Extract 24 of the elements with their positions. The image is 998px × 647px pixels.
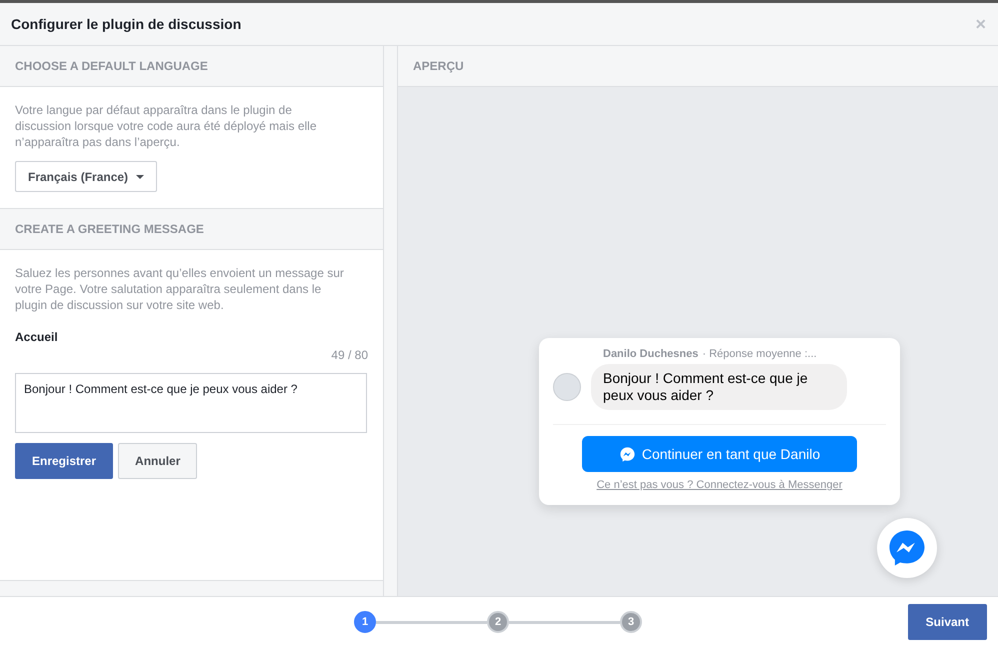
messenger-icon xyxy=(618,446,636,462)
field-label: Accueil xyxy=(15,330,59,344)
message-bubble: Bonjour ! Comment est-ce que je peux vous aider ? xyxy=(591,364,847,410)
language-dropdown[interactable]: Français (France) xyxy=(15,161,158,192)
dialog-title: Configurer le plugin de discussion xyxy=(11,16,242,32)
next-button[interactable]: Suivant xyxy=(908,604,987,640)
character-counter: 49 / 80 xyxy=(330,348,368,362)
section-heading: APERÇU xyxy=(413,59,464,73)
messenger-login-link[interactable]: Ce n’est pas vous ? Connectez-vous à Messenger xyxy=(553,479,886,491)
step-indicator: 1 xyxy=(354,611,376,633)
caret-icon xyxy=(136,174,144,178)
response-time: · Réponse moyenne :... xyxy=(702,348,817,360)
step-indicator: 3 xyxy=(620,611,642,633)
language-description: Votre langue par défaut apparaîtra dans le plugin de discussion lorsque votre code aura été déployé mais elle n’apparaîtra pas dans l’aperçu. xyxy=(15,102,318,150)
cancel-button[interactable]: Annuler xyxy=(118,443,198,479)
sender-name: Danilo Duchesnes xyxy=(603,348,698,360)
section-heading: CHOOSE A DEFAULT LANGUAGE xyxy=(15,59,208,73)
continue-button[interactable]: Continuer en tant que Danilo xyxy=(582,436,857,472)
save-button[interactable]: Enregistrer xyxy=(15,443,114,479)
greeting-input-field[interactable]: Bonjour ! Comment est-ce que je peux vous aider ? xyxy=(15,373,367,433)
greeting-description: Saluez les personnes avant qu’elles envoient un message sur votre Page. Votre salutation apparaîtra seulement dans le plugin de discussion sur votre site web. xyxy=(15,265,345,313)
avatar xyxy=(553,373,581,401)
section-heading: CREATE A GREETING MESSAGE xyxy=(15,222,204,236)
step-indicator: 2 xyxy=(487,611,509,633)
